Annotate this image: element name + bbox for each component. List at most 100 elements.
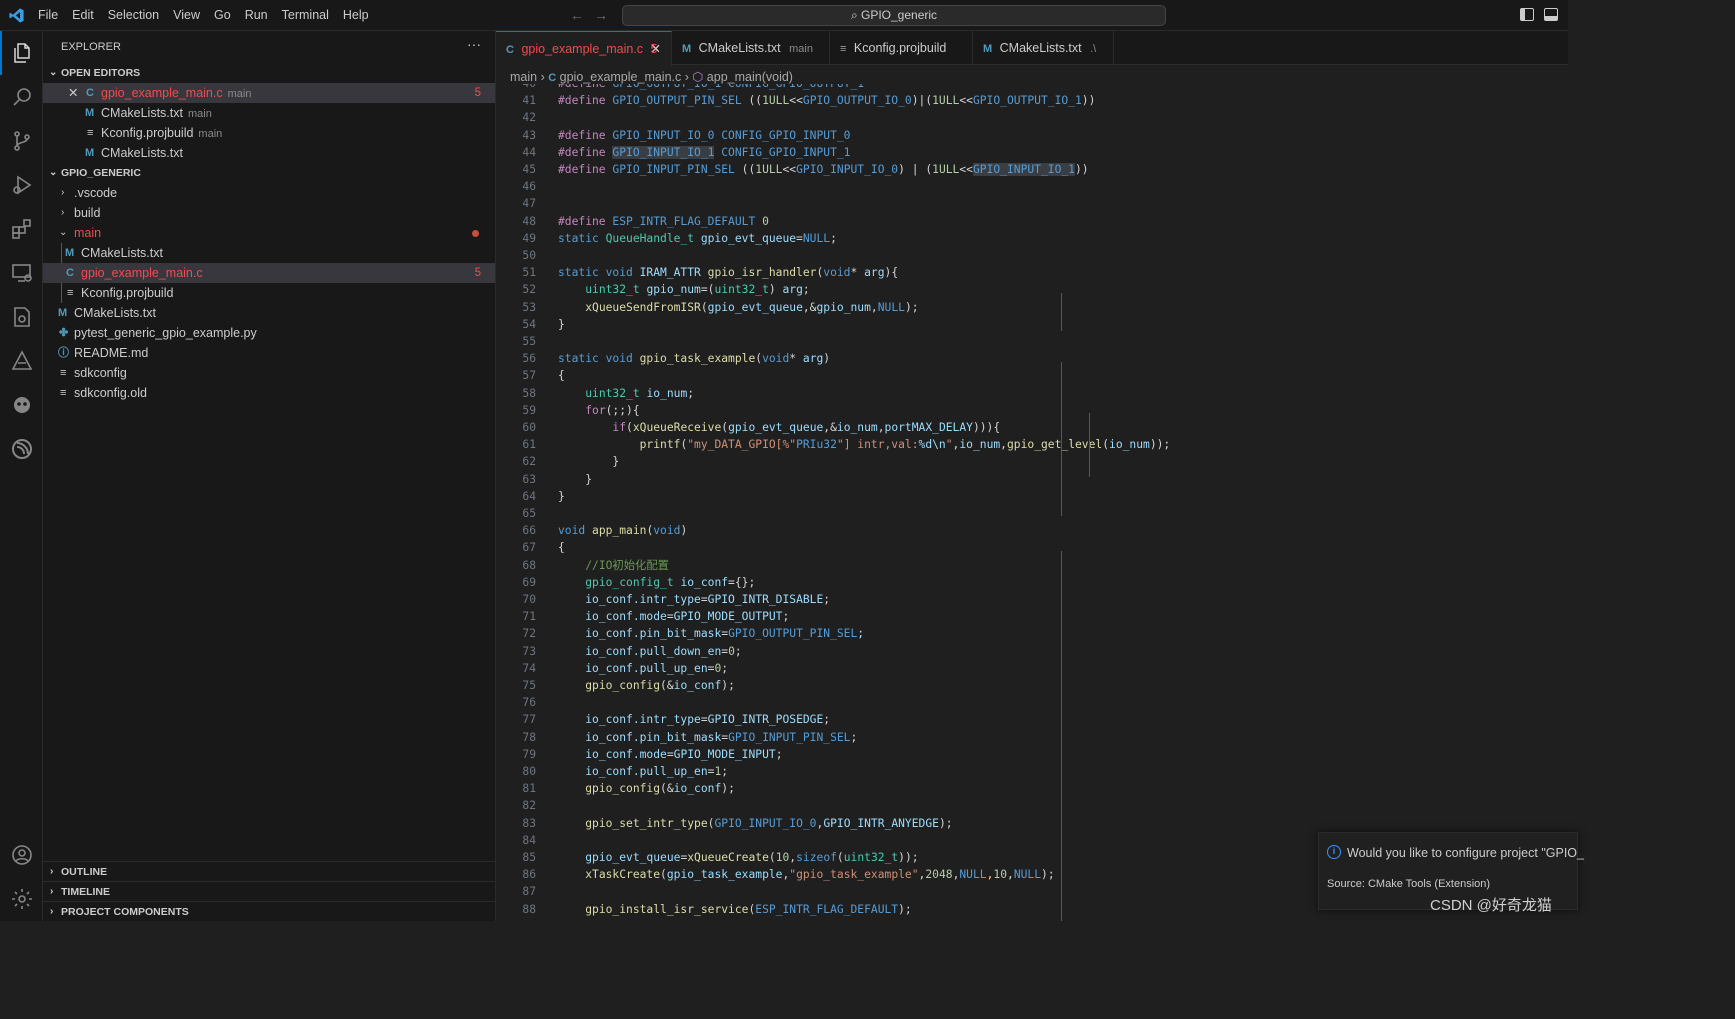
code-line[interactable]: static QueueHandle_t gpio_evt_queue=NULL… bbox=[558, 230, 837, 247]
code-editor[interactable]: 40 #define GPIO_OUTPUT_IO_1 CONFIG_GPIO_O… bbox=[496, 84, 1568, 921]
code-line[interactable]: #define GPIO_INPUT_PIN_SEL ((1ULL<<GPIO_… bbox=[558, 161, 1089, 178]
project-components-header[interactable]: › PROJECT COMPONENTS bbox=[43, 901, 495, 921]
code-line[interactable]: #define ESP_INTR_FLAG_DEFAULT 0 bbox=[558, 213, 769, 230]
code-line[interactable]: static void IRAM_ATTR gpio_isr_handler(v… bbox=[558, 264, 898, 281]
line-number: 79 bbox=[522, 747, 536, 761]
timeline-header[interactable]: › TIMELINE bbox=[43, 881, 495, 901]
toggle-panel-icon[interactable] bbox=[1544, 8, 1558, 21]
folder-name: build bbox=[74, 206, 101, 220]
code-line[interactable]: #define GPIO_INPUT_IO_1 CONFIG_GPIO_INPU… bbox=[558, 144, 850, 161]
c-file-icon: C bbox=[86, 87, 94, 99]
code-line[interactable]: gpio_evt_queue=xQueueCreate(10,sizeof(ui… bbox=[558, 849, 918, 866]
open-editor-item[interactable]: ≡ Kconfig.projbuild main bbox=[43, 123, 495, 143]
code-line[interactable]: xTaskCreate(gpio_task_example, "gpio_task… bbox=[558, 866, 1054, 883]
search-icon[interactable] bbox=[0, 75, 43, 119]
source-control-icon[interactable] bbox=[0, 119, 43, 163]
open-editor-item[interactable]: M CMakeLists.txt bbox=[43, 143, 495, 163]
code-line[interactable]: gpio_install_isr_service(ESP_INTR_FLAG_D… bbox=[558, 901, 911, 918]
code-line[interactable]: static void gpio_task_example(void* arg) bbox=[558, 350, 830, 367]
tab-cmakelists-root[interactable]: M CMakeLists.txt .\ bbox=[973, 31, 1114, 65]
outline-header[interactable]: › OUTLINE bbox=[43, 861, 495, 881]
breadcrumb-symbol[interactable]: app_main(void) bbox=[707, 70, 793, 84]
code-line[interactable]: for(;;){ bbox=[558, 402, 639, 419]
settings-gear-icon[interactable] bbox=[0, 877, 43, 921]
code-line[interactable]: { bbox=[558, 539, 565, 556]
tree-file[interactable]: Cgpio_example_main.c 5 bbox=[43, 263, 495, 283]
esp-idf-icon[interactable] bbox=[0, 339, 43, 383]
code-line[interactable]: } bbox=[558, 471, 592, 488]
menu-file[interactable]: File bbox=[38, 0, 65, 31]
code-line[interactable]: { bbox=[558, 367, 565, 384]
code-token: = bbox=[796, 231, 803, 245]
code-line[interactable]: io_conf.pull_up_en=1; bbox=[558, 763, 728, 780]
open-editor-item[interactable]: ✕ C gpio_example_main.c main 5 bbox=[43, 83, 495, 103]
close-icon[interactable]: ✕ bbox=[68, 83, 78, 103]
tree-file[interactable]: M CMakeLists.txt bbox=[43, 303, 495, 323]
code-line[interactable]: gpio_config_t io_conf={}; bbox=[558, 574, 755, 591]
code-line[interactable]: io_conf.pull_up_en=0; bbox=[558, 660, 728, 677]
remote-explorer-icon[interactable] bbox=[0, 251, 43, 295]
code-line[interactable]: } bbox=[558, 316, 565, 333]
close-icon[interactable]: ✕ bbox=[651, 32, 661, 66]
code-line[interactable]: gpio_config(&io_conf); bbox=[558, 780, 735, 797]
more-actions-icon[interactable]: ··· bbox=[467, 36, 481, 52]
code-line[interactable]: io_conf.pull_down_en=0; bbox=[558, 643, 741, 660]
breadcrumb-folder[interactable]: main bbox=[510, 70, 537, 84]
breadcrumb-file[interactable]: gpio_example_main.c bbox=[560, 70, 682, 84]
menu-edit[interactable]: Edit bbox=[72, 0, 101, 31]
tab-gpio-example-main[interactable]: C gpio_example_main.c 5 ✕ bbox=[496, 31, 672, 66]
tree-folder[interactable]: › build bbox=[43, 203, 495, 223]
menu-selection[interactable]: Selection bbox=[108, 0, 166, 31]
command-center[interactable]: ⌕ GPIO_generic bbox=[622, 5, 1166, 26]
code-line[interactable]: if(xQueueReceive(gpio_evt_queue,&io_num,… bbox=[558, 419, 1000, 436]
back-arrow-icon[interactable]: ← bbox=[570, 7, 594, 23]
forward-arrow-icon[interactable]: → bbox=[594, 7, 618, 23]
tree-file[interactable]: ≡ sdkconfig bbox=[43, 363, 495, 383]
cmake-icon[interactable] bbox=[0, 295, 43, 339]
platformio-icon[interactable] bbox=[0, 383, 43, 427]
code-line[interactable]: #define GPIO_OUTPUT_IO_1 CONFIG_GPIO_OUT… bbox=[558, 84, 864, 92]
code-line[interactable]: void app_main(void) bbox=[558, 522, 687, 539]
code-line[interactable]: gpio_set_intr_type(GPIO_INPUT_IO_0,GPIO_… bbox=[558, 815, 952, 832]
tab-cmakelists-main[interactable]: M CMakeLists.txt main bbox=[672, 31, 830, 65]
tree-folder[interactable]: ⌄ main bbox=[43, 223, 495, 243]
code-line[interactable]: #define GPIO_OUTPUT_PIN_SEL ((1ULL<<GPIO… bbox=[558, 92, 1095, 109]
toggle-sidebar-icon[interactable] bbox=[1520, 8, 1534, 21]
code-line[interactable]: io_conf.intr_type=GPIO_INTR_POSEDGE; bbox=[558, 711, 830, 728]
run-debug-icon[interactable] bbox=[0, 163, 43, 207]
tree-file[interactable]: M CMakeLists.txt bbox=[43, 243, 495, 263]
files-icon[interactable] bbox=[0, 31, 43, 75]
code-token: #define bbox=[558, 145, 613, 159]
project-header[interactable]: ⌄ GPIO_GENERIC bbox=[43, 163, 495, 183]
code-line[interactable]: io_conf.pin_bit_mask=GPIO_OUTPUT_PIN_SEL… bbox=[558, 625, 864, 642]
code-line[interactable]: uint32_t gpio_num=(uint32_t) arg; bbox=[558, 281, 810, 298]
code-line[interactable]: io_conf.pin_bit_mask=GPIO_INPUT_PIN_SEL; bbox=[558, 729, 857, 746]
account-icon[interactable] bbox=[0, 833, 43, 877]
code-line[interactable]: io_conf.mode=GPIO_MODE_OUTPUT; bbox=[558, 608, 789, 625]
tree-file[interactable]: ✤ pytest_generic_gpio_example.py bbox=[43, 323, 495, 343]
code-line[interactable]: //IO初始化配置 bbox=[558, 557, 669, 574]
menu-terminal[interactable]: Terminal bbox=[282, 0, 336, 31]
open-editors-header[interactable]: ⌄ OPEN EDITORS bbox=[43, 63, 495, 83]
open-editor-item[interactable]: M CMakeLists.txt main bbox=[43, 103, 495, 123]
code-line[interactable]: } bbox=[558, 488, 565, 505]
tree-file[interactable]: ≡ sdkconfig.old bbox=[43, 383, 495, 403]
tree-file[interactable]: ⓘ README.md bbox=[43, 343, 495, 363]
menu-view[interactable]: View bbox=[173, 0, 207, 31]
extensions-icon[interactable] bbox=[0, 207, 43, 251]
code-line[interactable]: io_conf.mode=GPIO_MODE_INPUT; bbox=[558, 746, 782, 763]
tree-folder[interactable]: › .vscode bbox=[43, 183, 495, 203]
espressif-icon[interactable] bbox=[0, 427, 43, 471]
code-line[interactable]: printf ("my_DATA_GPIO[%"PRIu32"] intr,val… bbox=[558, 436, 1171, 453]
code-line[interactable]: gpio_config(&io_conf); bbox=[558, 677, 735, 694]
code-line[interactable]: xQueueSendFromISR(gpio_evt_queue,&gpio_n… bbox=[558, 299, 918, 316]
code-line[interactable]: #define GPIO_INPUT_IO_0 CONFIG_GPIO_INPU… bbox=[558, 127, 850, 144]
code-line[interactable]: io_conf.intr_type=GPIO_INTR_DISABLE; bbox=[558, 591, 830, 608]
tab-kconfig[interactable]: ≡ Kconfig.projbuild bbox=[830, 31, 973, 65]
tree-file[interactable]: ≡ Kconfig.projbuild bbox=[43, 283, 495, 303]
menu-help[interactable]: Help bbox=[343, 0, 376, 31]
code-line[interactable]: uint32_t io_num; bbox=[558, 385, 694, 402]
code-line[interactable]: } bbox=[558, 453, 619, 470]
menu-run[interactable]: Run bbox=[245, 0, 275, 31]
menu-go[interactable]: Go bbox=[214, 0, 238, 31]
